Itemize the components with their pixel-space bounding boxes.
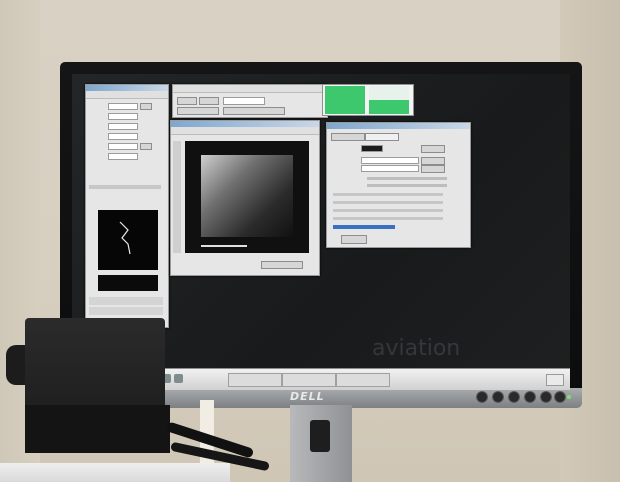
taskbar-clock — [546, 374, 564, 386]
dialog-titlebar[interactable] — [327, 123, 470, 129]
toolbar-button[interactable] — [177, 97, 197, 105]
toolbar-button[interactable] — [223, 107, 285, 115]
toolbar-button[interactable] — [199, 97, 219, 105]
small-button[interactable] — [140, 143, 152, 150]
toolbar-field[interactable] — [223, 97, 265, 105]
app-icon[interactable] — [174, 374, 183, 383]
status-cell — [369, 86, 409, 100]
monitor-button-4[interactable] — [524, 391, 536, 403]
text-field[interactable] — [361, 165, 419, 172]
text-field[interactable] — [108, 133, 138, 140]
value-field[interactable] — [361, 145, 383, 152]
desktop-watermark: aviation — [372, 336, 461, 361]
control-panel-window[interactable] — [85, 84, 169, 328]
image-canvas — [185, 141, 309, 253]
text-field[interactable] — [108, 113, 138, 120]
text-field[interactable] — [108, 123, 138, 130]
camera-front-panel — [25, 405, 170, 453]
tab-1[interactable] — [331, 133, 365, 141]
small-button[interactable] — [140, 103, 152, 110]
toolbar-button[interactable] — [177, 107, 219, 115]
taskbar-task[interactable] — [228, 373, 282, 387]
power-led-icon — [567, 395, 571, 399]
window-menubar — [86, 91, 168, 99]
dialog-button[interactable] — [421, 145, 445, 153]
tab-2[interactable] — [365, 133, 399, 141]
image-preview — [201, 155, 293, 237]
monitor-power-button[interactable] — [554, 391, 566, 403]
progress-bar — [333, 225, 395, 229]
trajectory-plot — [98, 210, 158, 270]
settings-dialog[interactable] — [326, 122, 471, 248]
secondary-plot — [98, 275, 158, 291]
info-row — [89, 297, 163, 305]
monitor-button-2[interactable] — [492, 391, 504, 403]
option-row[interactable] — [367, 177, 447, 180]
separator — [89, 185, 161, 189]
status-panel — [322, 84, 414, 116]
info-row — [333, 201, 443, 204]
text-field[interactable] — [361, 157, 419, 164]
viewer-button[interactable] — [261, 261, 303, 269]
taskbar-task[interactable] — [336, 373, 390, 387]
toolbar-menubar — [173, 85, 327, 93]
viewer-menubar — [171, 127, 319, 135]
image-viewer-window[interactable] — [170, 120, 320, 276]
info-row — [333, 193, 443, 196]
dialog-button[interactable] — [421, 157, 445, 165]
status-cell — [325, 100, 365, 114]
monitor-brand-logo: DELL — [290, 390, 325, 403]
info-row — [89, 307, 163, 315]
cable-clip — [310, 420, 330, 452]
info-row — [333, 217, 443, 220]
trajectory-line — [119, 221, 131, 255]
vertical-toolbar[interactable] — [173, 141, 181, 253]
text-field[interactable] — [108, 143, 138, 150]
dialog-button[interactable] — [421, 165, 445, 173]
status-cell — [369, 100, 409, 114]
scale-bar — [201, 245, 247, 247]
text-field[interactable] — [108, 103, 138, 110]
monitor-button-1[interactable] — [476, 391, 488, 403]
text-field[interactable] — [108, 153, 138, 160]
dialog-ok-button[interactable] — [341, 235, 367, 244]
info-row — [333, 209, 443, 212]
option-row[interactable] — [367, 184, 447, 187]
monitor-button-3[interactable] — [508, 391, 520, 403]
keyboard — [0, 463, 230, 482]
monitor-button-5[interactable] — [540, 391, 552, 403]
taskbar-task[interactable] — [282, 373, 336, 387]
status-cell — [325, 86, 365, 100]
toolbar-window[interactable] — [172, 84, 328, 118]
